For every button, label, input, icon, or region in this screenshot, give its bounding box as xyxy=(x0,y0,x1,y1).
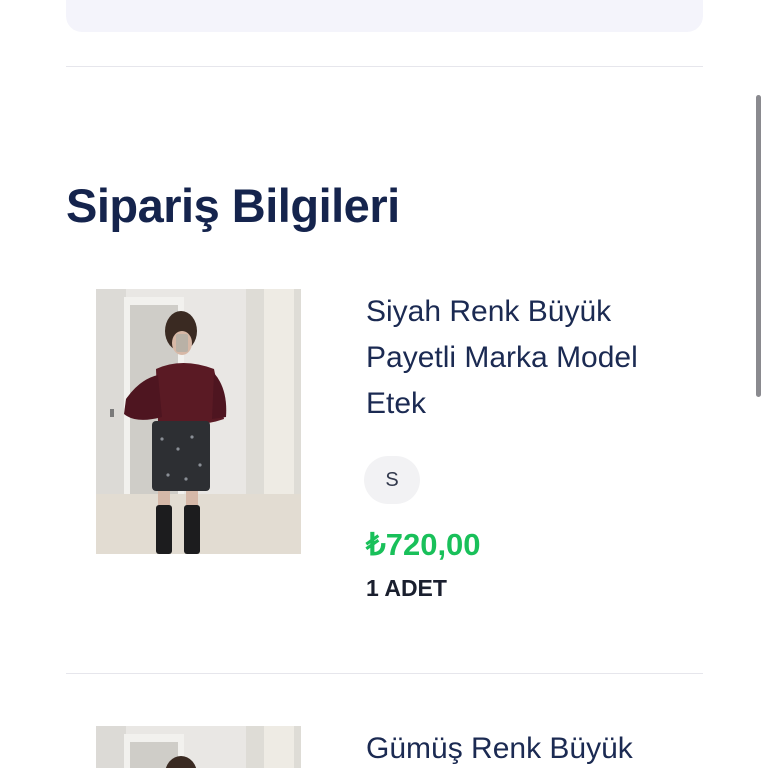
order-page: Sipariş Bilgileri Siyah Renk Büyük Payet… xyxy=(0,0,768,768)
product-price: ₺720,00 xyxy=(366,527,481,562)
section-title: Sipariş Bilgileri xyxy=(66,179,400,232)
size-chip[interactable]: S xyxy=(364,456,420,504)
product-name[interactable]: Gümüş Renk Büyük xyxy=(366,726,686,768)
top-card xyxy=(66,0,703,32)
product-quantity: 1 ADET xyxy=(366,575,447,601)
divider xyxy=(66,66,703,67)
product-image[interactable] xyxy=(96,289,301,554)
scrollbar[interactable] xyxy=(756,95,761,397)
product-name[interactable]: Siyah Renk Büyük Payetli Marka Model Ete… xyxy=(366,289,686,427)
divider xyxy=(66,673,703,674)
product-photo-icon xyxy=(96,289,301,554)
product-photo-icon xyxy=(96,726,301,768)
product-image[interactable] xyxy=(96,726,301,768)
